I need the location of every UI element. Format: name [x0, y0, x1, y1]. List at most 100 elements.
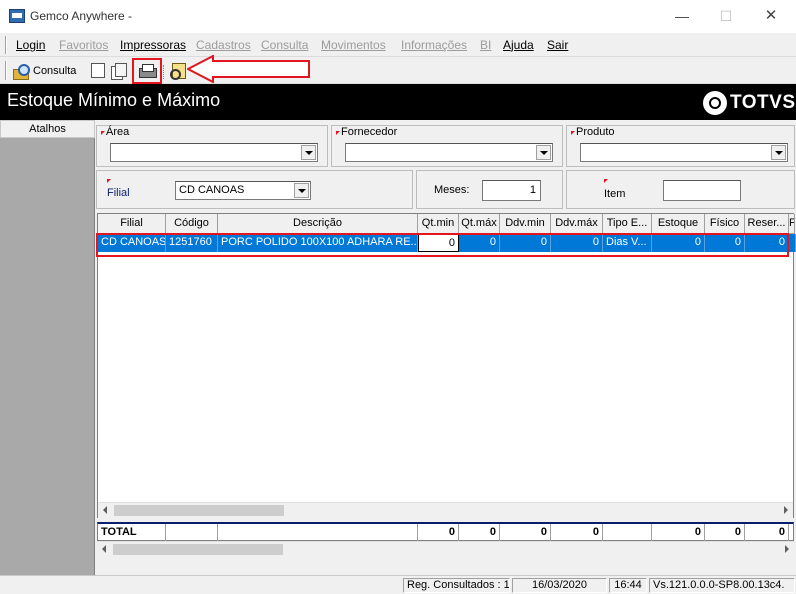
required-marker: [336, 131, 340, 135]
fornecedor-select[interactable]: [345, 143, 553, 162]
col-ddv-min[interactable]: Ddv.min: [500, 214, 551, 234]
total-tipo: [603, 524, 652, 541]
cell-f[interactable]: [789, 234, 796, 252]
total-reservado: 0: [745, 524, 789, 541]
produto-panel: Produto: [566, 125, 795, 167]
meses-label: Meses:: [434, 184, 470, 196]
status-version: Vs.121.0.0.0-SP8.00.13c4.: [649, 578, 795, 593]
total-estoque: 0: [652, 524, 705, 541]
scroll-left-icon[interactable]: [103, 506, 107, 514]
scroll-thumb[interactable]: [113, 544, 283, 555]
chevron-down-icon[interactable]: [294, 183, 309, 198]
totals-horizontal-scrollbar[interactable]: [97, 541, 794, 557]
fornecedor-label: Fornecedor: [341, 126, 398, 138]
main-panel: Área Fornecedor Produto Filial CD CANOAS…: [95, 120, 796, 575]
meses-input[interactable]: 1: [482, 180, 541, 201]
annotation-arrow-icon: [187, 55, 310, 83]
col-tipo-estoque[interactable]: Tipo E...: [603, 214, 652, 234]
status-time: 16:44: [609, 578, 647, 593]
copy-document-icon[interactable]: [111, 63, 127, 80]
col-codigo[interactable]: Código: [166, 214, 218, 234]
fornecedor-panel: Fornecedor: [331, 125, 563, 167]
meses-panel: Meses: 1: [416, 170, 563, 209]
grid-horizontal-scrollbar[interactable]: [98, 502, 793, 518]
filial-value: CD CANOAS: [179, 184, 245, 196]
required-marker: [571, 131, 575, 135]
printer-highlight-box: [132, 58, 162, 84]
maximize-button[interactable]: ☐: [712, 6, 740, 26]
col-qt-max[interactable]: Qt.máx: [459, 214, 500, 234]
chevron-down-icon[interactable]: [771, 145, 786, 160]
close-button[interactable]: ✕: [757, 6, 785, 26]
toolbar-separator: [163, 65, 164, 79]
total-codigo: [166, 524, 218, 541]
stock-grid: Filial Código Descrição Qt.min Qt.máx Dd…: [97, 213, 796, 518]
total-descricao: [218, 524, 418, 541]
totvs-logo-icon: [703, 91, 727, 115]
scroll-right-icon[interactable]: [785, 545, 789, 553]
item-panel: Item: [566, 170, 795, 209]
required-marker: [107, 179, 111, 183]
screen-header: Estoque Mínimo e Máximo TOTVS: [0, 84, 796, 120]
consulta-button[interactable]: Consulta: [13, 62, 77, 80]
totals-row: TOTAL 0 0 0 0 0 0 0: [97, 522, 794, 541]
col-estoque[interactable]: Estoque: [652, 214, 705, 234]
total-ddv-min: 0: [500, 524, 551, 541]
menu-grip[interactable]: [5, 36, 7, 54]
col-filial[interactable]: Filial: [98, 214, 166, 234]
required-marker: [604, 179, 608, 183]
menu-favoritos[interactable]: Favoritos: [59, 38, 108, 52]
item-label: Item: [604, 188, 626, 200]
selected-row-highlight-box: [96, 233, 789, 257]
menu-impressoras[interactable]: Impressoras: [120, 38, 186, 52]
minimize-button[interactable]: —: [668, 6, 696, 26]
menu-consulta[interactable]: Consulta: [261, 38, 308, 52]
col-descricao[interactable]: Descrição: [218, 214, 418, 234]
toolbar-grip[interactable]: [5, 61, 7, 80]
area-label: Área: [106, 126, 130, 138]
filial-select[interactable]: CD CANOAS: [175, 181, 311, 200]
area-panel: Área: [96, 125, 328, 167]
col-fisico[interactable]: Físico: [705, 214, 745, 234]
new-document-icon[interactable]: [91, 63, 105, 78]
total-qt-max: 0: [459, 524, 500, 541]
scroll-left-icon[interactable]: [102, 545, 106, 553]
menu-bi[interactable]: BI: [480, 38, 491, 52]
logo-text: TOTVS: [730, 92, 796, 113]
produto-label: Produto: [576, 126, 615, 138]
menu-movimentos[interactable]: Movimentos: [321, 38, 386, 52]
chevron-down-icon[interactable]: [536, 145, 551, 160]
required-marker: [101, 131, 105, 135]
col-f[interactable]: F: [789, 214, 795, 234]
menu-sair[interactable]: Sair: [547, 38, 568, 52]
shortcuts-header[interactable]: Atalhos: [0, 120, 95, 138]
menu-informacoes[interactable]: Informações: [401, 38, 467, 52]
menu-ajuda[interactable]: Ajuda: [503, 38, 534, 52]
totvs-logo: TOTVS: [703, 91, 796, 115]
total-label: TOTAL: [98, 524, 166, 541]
menu-cadastros[interactable]: Cadastros: [196, 38, 251, 52]
col-ddv-max[interactable]: Ddv.máx: [551, 214, 603, 234]
filial-panel: Filial CD CANOAS: [96, 170, 413, 209]
area-select[interactable]: [110, 143, 318, 162]
status-bar: Reg. Consultados : 1 16/03/2020 16:44 Vs…: [0, 575, 796, 594]
item-input[interactable]: [663, 180, 741, 201]
total-qt-min: 0: [418, 524, 459, 541]
menu-login[interactable]: Login: [16, 38, 45, 52]
meses-value: 1: [529, 184, 536, 196]
report-search-icon[interactable]: [170, 63, 186, 80]
col-reservado[interactable]: Reser...: [745, 214, 789, 234]
toolbar: Consulta: [0, 57, 796, 84]
chevron-down-icon[interactable]: [301, 145, 316, 160]
col-qt-min[interactable]: Qt.min: [418, 214, 459, 234]
grid-header: Filial Código Descrição Qt.min Qt.máx Dd…: [98, 214, 795, 234]
total-fisico: 0: [705, 524, 745, 541]
scroll-thumb[interactable]: [114, 505, 284, 516]
consulta-label: Consulta: [33, 64, 77, 77]
scroll-right-icon[interactable]: [784, 506, 788, 514]
produto-select[interactable]: [580, 143, 788, 162]
window-title: Gemco Anywhere -: [30, 9, 133, 23]
status-reg-consultados: Reg. Consultados : 1: [403, 578, 510, 593]
consulta-icon: [13, 63, 30, 80]
menu-bar: Login Favoritos Impressoras Cadastros Co…: [0, 33, 796, 57]
